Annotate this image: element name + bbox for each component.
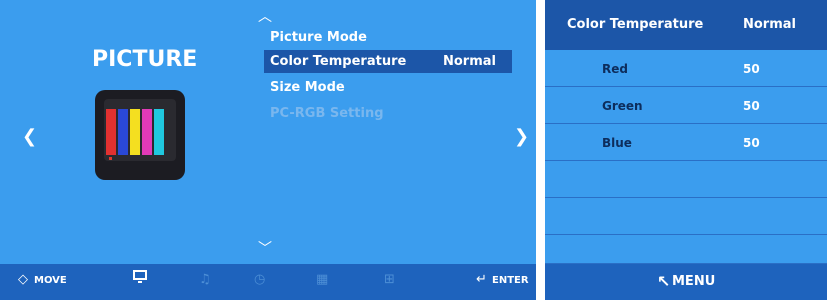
menu-item-label: Size Mode: [270, 80, 345, 95]
picture-menu-panel: PICTURE ❮ ❯ ︿ ﹀ Picture Mode Color Tempe…: [0, 0, 536, 300]
color-row-red[interactable]: Red 50: [545, 50, 827, 87]
color-bar-magenta: [142, 109, 152, 155]
color-row-green[interactable]: Green 50: [545, 87, 827, 124]
row-value: 50: [743, 99, 760, 113]
submenu-title: Color Temperature: [567, 17, 704, 32]
color-row-blue[interactable]: Blue 50: [545, 124, 827, 161]
menu-item-size-mode[interactable]: Size Mode: [264, 76, 512, 99]
settings-grid-icon[interactable]: ⊞: [384, 272, 395, 287]
enter-icon: ↵: [476, 272, 487, 287]
tv-picture-icon: [95, 90, 185, 180]
menu-item-pc-rgb-setting: PC-RGB Setting: [264, 102, 512, 125]
menu-back-bar[interactable]: ↖ MENU: [545, 264, 827, 300]
row-label: Green: [602, 99, 643, 113]
menu-label: MENU: [672, 274, 716, 289]
row-value: 50: [743, 62, 760, 76]
color-bar-red: [106, 109, 116, 155]
scroll-down-chevron[interactable]: ﹀: [258, 238, 272, 258]
empty-row: [545, 198, 827, 235]
color-temperature-submenu: Color Temperature Normal Red 50 Green 50…: [545, 0, 827, 300]
color-bar-blue: [118, 109, 128, 155]
submenu-header[interactable]: Color Temperature Normal: [545, 0, 827, 50]
color-bar-yellow: [130, 109, 140, 155]
color-bar-cyan: [154, 109, 164, 155]
row-value: 50: [743, 136, 760, 150]
monitor-icon[interactable]: [133, 270, 147, 288]
tv-screen: [104, 99, 176, 161]
menu-item-label: Color Temperature: [270, 54, 407, 69]
empty-row: [545, 161, 827, 198]
clock-icon[interactable]: ◷: [254, 272, 265, 287]
enter-label: ENTER: [492, 275, 529, 286]
submenu-value: Normal: [743, 17, 796, 32]
menu-item-value: Normal: [443, 54, 496, 69]
page-title: PICTURE: [92, 47, 198, 72]
next-page-arrow[interactable]: ❯: [514, 126, 529, 147]
menu-item-label: PC-RGB Setting: [270, 106, 384, 121]
move-label: MOVE: [34, 275, 67, 286]
empty-row: [545, 235, 827, 264]
menu-item-label: Picture Mode: [270, 30, 367, 45]
bottom-navigation-bar: ◇ MOVE ♫ ◷ ▦ ⊞ ↵ ENTER: [0, 264, 536, 300]
scroll-up-chevron[interactable]: ︿: [258, 6, 272, 26]
music-icon[interactable]: ♫: [199, 272, 211, 287]
menu-item-color-temperature[interactable]: Color Temperature Normal: [264, 50, 512, 73]
row-label: Red: [602, 62, 628, 76]
back-arrow-icon: ↖: [657, 272, 671, 291]
previous-page-arrow[interactable]: ❮: [22, 126, 37, 147]
power-led: [109, 157, 112, 160]
grid-icon[interactable]: ▦: [316, 272, 328, 287]
move-icon: ◇: [18, 272, 28, 287]
menu-item-picture-mode[interactable]: Picture Mode: [264, 26, 512, 49]
row-label: Blue: [602, 136, 632, 150]
